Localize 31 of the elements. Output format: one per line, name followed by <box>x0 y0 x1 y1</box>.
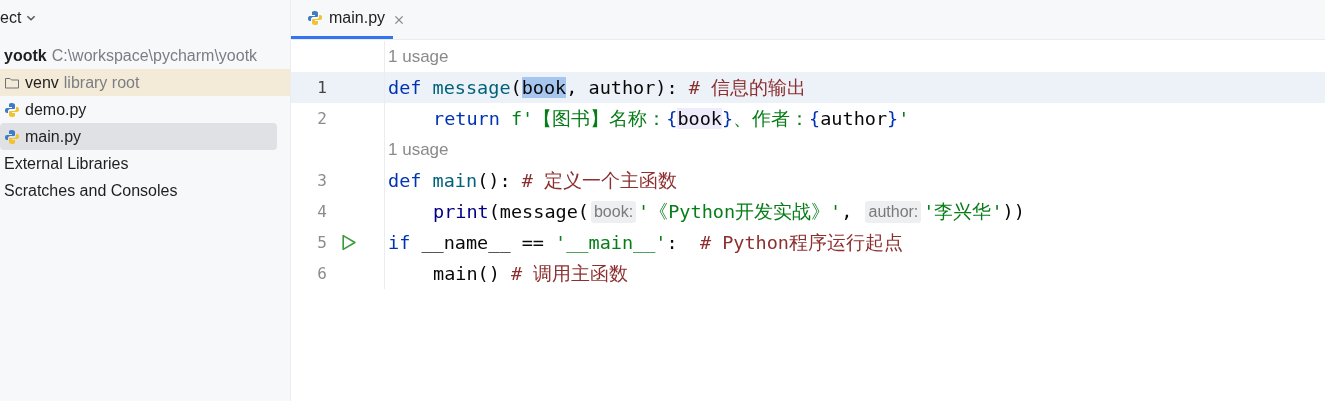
code-line: def message(book, author): # 信息的输出 <box>388 76 807 100</box>
close-icon[interactable] <box>393 13 406 26</box>
tree-item[interactable]: main.py <box>0 123 277 150</box>
code-line: return f'【图书】名称：{book}、作者：{author}' <box>433 107 910 131</box>
usage-hint[interactable]: 1 usage <box>388 139 449 160</box>
line-number: 2 <box>316 109 327 128</box>
line-number: 4 <box>316 202 327 221</box>
code-line: main() # 调用主函数 <box>433 262 629 286</box>
line-number: 1 <box>316 78 327 97</box>
run-icon[interactable] <box>340 234 357 251</box>
python-file-icon <box>4 101 20 118</box>
tree-item[interactable]: Scratches and Consoles <box>0 177 277 204</box>
code-line: print(message( <box>433 201 589 222</box>
usage-hint[interactable]: 1 usage <box>388 46 449 67</box>
parameter-hint: book: <box>590 200 637 223</box>
tree-item[interactable]: venv library root <box>0 69 290 96</box>
python-file-icon <box>307 10 323 26</box>
tree-item[interactable]: demo.py <box>0 96 277 123</box>
tree-item[interactable]: yootk C:\workspace\pycharm\yootk <box>0 42 277 69</box>
parameter-hint: author: <box>865 200 922 223</box>
python-file-icon <box>4 128 20 145</box>
line-number: 6 <box>316 264 327 283</box>
panel-title[interactable]: ect <box>0 9 22 27</box>
line-number: 5 <box>316 233 327 252</box>
code-line: def main(): # 定义一个主函数 <box>388 169 677 193</box>
code-line: if __name__ == '__main__': # Python程序运行起点 <box>388 231 903 255</box>
tree-item[interactable]: External Libraries <box>0 150 277 177</box>
file-tab[interactable]: main.py <box>291 0 394 39</box>
line-number: 3 <box>316 171 327 190</box>
code-line: '《Python开发实战》', <box>638 200 854 224</box>
code-line: '李兴华')) <box>923 200 1025 224</box>
